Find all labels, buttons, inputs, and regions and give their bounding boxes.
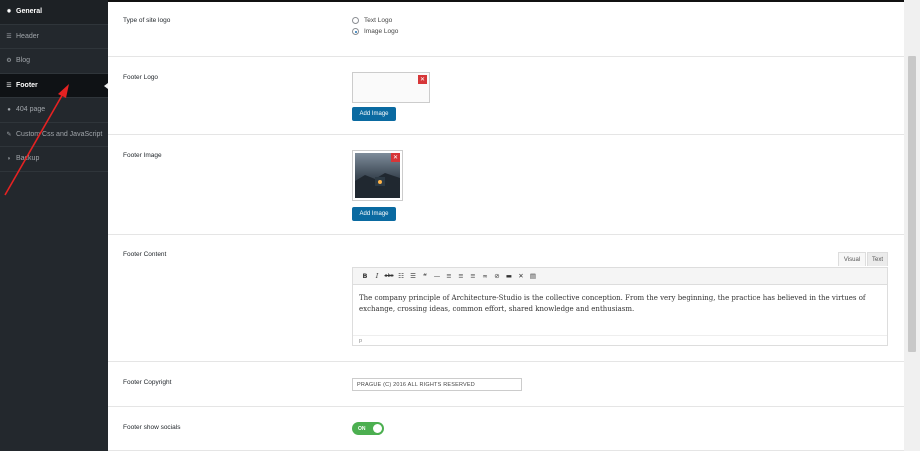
- settings-panel: Type of site logo Text Logo Image Logo F…: [108, 0, 904, 451]
- fullscreen-icon[interactable]: ✕: [515, 270, 527, 282]
- sidebar-item-label: 404 page: [16, 106, 46, 114]
- unlink-icon[interactable]: ⊘: [491, 270, 503, 282]
- footer-image-row: Footer Image ✕ Add Image: [108, 135, 904, 235]
- editor-toolbar: B I abc ☷ ☰ “ — ≡ ≡ ≡ ∞ ⊘ ▬ ✕ ▤: [353, 268, 887, 285]
- text-logo-radio[interactable]: Text Logo: [352, 15, 398, 26]
- blockquote-icon[interactable]: “: [419, 270, 431, 282]
- sidebar-item-404-page[interactable]: ● 404 page: [0, 98, 108, 123]
- sidebar-item-general[interactable]: ✹ General: [0, 0, 108, 25]
- footer-image-label: Footer Image: [123, 152, 162, 159]
- footer-content-editor: Visual Text B I abc ☷ ☰ “ — ≡ ≡ ≡ ∞ ⊘ ▬: [352, 252, 888, 350]
- logo-type-radio-group: Text Logo Image Logo: [352, 15, 398, 37]
- sidebar-item-label: Custom Css and JavaScript: [16, 130, 103, 138]
- footer-logo-label: Footer Logo: [123, 74, 159, 81]
- sidebar-item-custom-css[interactable]: ✎ Custom Css and JavaScript: [0, 123, 108, 147]
- footer-socials-toggle[interactable]: ON: [352, 422, 384, 435]
- info-circle-icon: ●: [7, 106, 11, 113]
- logo-type-label: Type of site logo: [123, 17, 171, 24]
- bold-icon[interactable]: B: [359, 270, 371, 282]
- rich-text-editor: B I abc ☷ ☰ “ — ≡ ≡ ≡ ∞ ⊘ ▬ ✕ ▤ The comp…: [352, 267, 888, 346]
- footer-image-preview: ✕: [352, 150, 403, 201]
- align-left-icon[interactable]: ≡: [443, 270, 455, 282]
- horizontal-rule-icon[interactable]: —: [431, 270, 443, 282]
- sidebar-item-label: Header: [16, 32, 39, 40]
- sidebar-item-label: General: [16, 8, 43, 16]
- sidebar-item-footer[interactable]: ☰ Footer: [0, 73, 108, 98]
- footer-image-control: ✕ Add Image: [352, 150, 403, 221]
- radio-button-unchecked[interactable]: [352, 17, 359, 24]
- scrollbar-thumb[interactable]: [908, 56, 916, 352]
- link-icon[interactable]: ∞: [479, 270, 491, 282]
- editor-path: p: [353, 335, 887, 345]
- align-right-icon[interactable]: ≡: [467, 270, 479, 282]
- sidebar-item-backup[interactable]: ◗ Backup: [0, 147, 108, 172]
- pencil-icon: ✎: [6, 131, 12, 138]
- footer-socials-control: ON: [352, 422, 384, 435]
- align-center-icon[interactable]: ≡: [455, 270, 467, 282]
- footer-logo-control: ✕ Add Image: [352, 72, 430, 121]
- bulleted-list-icon[interactable]: ☷: [395, 270, 407, 282]
- footer-copyright-row: Footer Copyright PRAGUE (C) 2016 ALL RIG…: [108, 362, 904, 407]
- strikethrough-icon[interactable]: abc: [383, 270, 395, 282]
- remove-image-icon[interactable]: ✕: [418, 75, 427, 84]
- cogs-icon: ⚙: [6, 58, 12, 65]
- footer-copyright-control: PRAGUE (C) 2016 ALL RIGHTS RESERVED: [352, 378, 522, 391]
- footer-copyright-input[interactable]: PRAGUE (C) 2016 ALL RIGHTS RESERVED: [352, 378, 522, 391]
- toggle-knob: [373, 424, 382, 433]
- page-scrollbar[interactable]: [904, 0, 920, 451]
- toggle-state-label: ON: [358, 425, 366, 432]
- sidebar-item-blog[interactable]: ⚙ Blog: [0, 49, 108, 74]
- gear-icon: ✹: [6, 9, 12, 16]
- radio-label: Text Logo: [364, 17, 393, 24]
- footer-logo-preview: ✕: [352, 72, 430, 103]
- toolbar-toggle-icon[interactable]: ▤: [527, 270, 539, 282]
- sidebar-item-label: Backup: [16, 155, 40, 163]
- settings-sidebar: ✹ General ☰ Header ⚙ Blog ☰ Footer ● 404…: [0, 0, 108, 451]
- add-footer-image-button[interactable]: Add Image: [352, 207, 396, 221]
- logo-type-row: Type of site logo Text Logo Image Logo: [108, 2, 904, 57]
- editor-content[interactable]: The company principle of Architecture-St…: [353, 285, 887, 335]
- radio-button-checked[interactable]: [352, 28, 359, 35]
- numbered-list-icon[interactable]: ☰: [407, 270, 419, 282]
- footer-logo-row: Footer Logo ✕ Add Image: [108, 57, 904, 135]
- radio-label: Image Logo: [364, 28, 399, 35]
- tab-visual[interactable]: Visual: [838, 252, 866, 266]
- bars-icon: ☰: [6, 82, 12, 89]
- sidebar-item-header[interactable]: ☰ Header: [0, 25, 108, 49]
- footer-socials-label: Footer show socials: [123, 424, 181, 431]
- footer-copyright-label: Footer Copyright: [123, 379, 172, 386]
- footer-content-row: Footer Content Visual Text B I abc ☷ ☰ “…: [108, 235, 904, 362]
- italic-icon[interactable]: I: [371, 270, 383, 282]
- read-more-icon[interactable]: ▬: [503, 270, 515, 282]
- sidebar-item-label: Blog: [16, 57, 31, 65]
- tab-text[interactable]: Text: [867, 252, 888, 266]
- add-footer-logo-button[interactable]: Add Image: [352, 107, 396, 121]
- footer-content-label: Footer Content: [123, 251, 167, 258]
- shield-icon: ◗: [7, 155, 11, 162]
- sidebar-item-label: Footer: [16, 81, 38, 89]
- remove-image-icon[interactable]: ✕: [391, 153, 400, 162]
- image-logo-radio[interactable]: Image Logo: [352, 26, 398, 37]
- footer-socials-row: Footer show socials ON: [108, 407, 904, 451]
- bars-icon: ☰: [6, 33, 12, 40]
